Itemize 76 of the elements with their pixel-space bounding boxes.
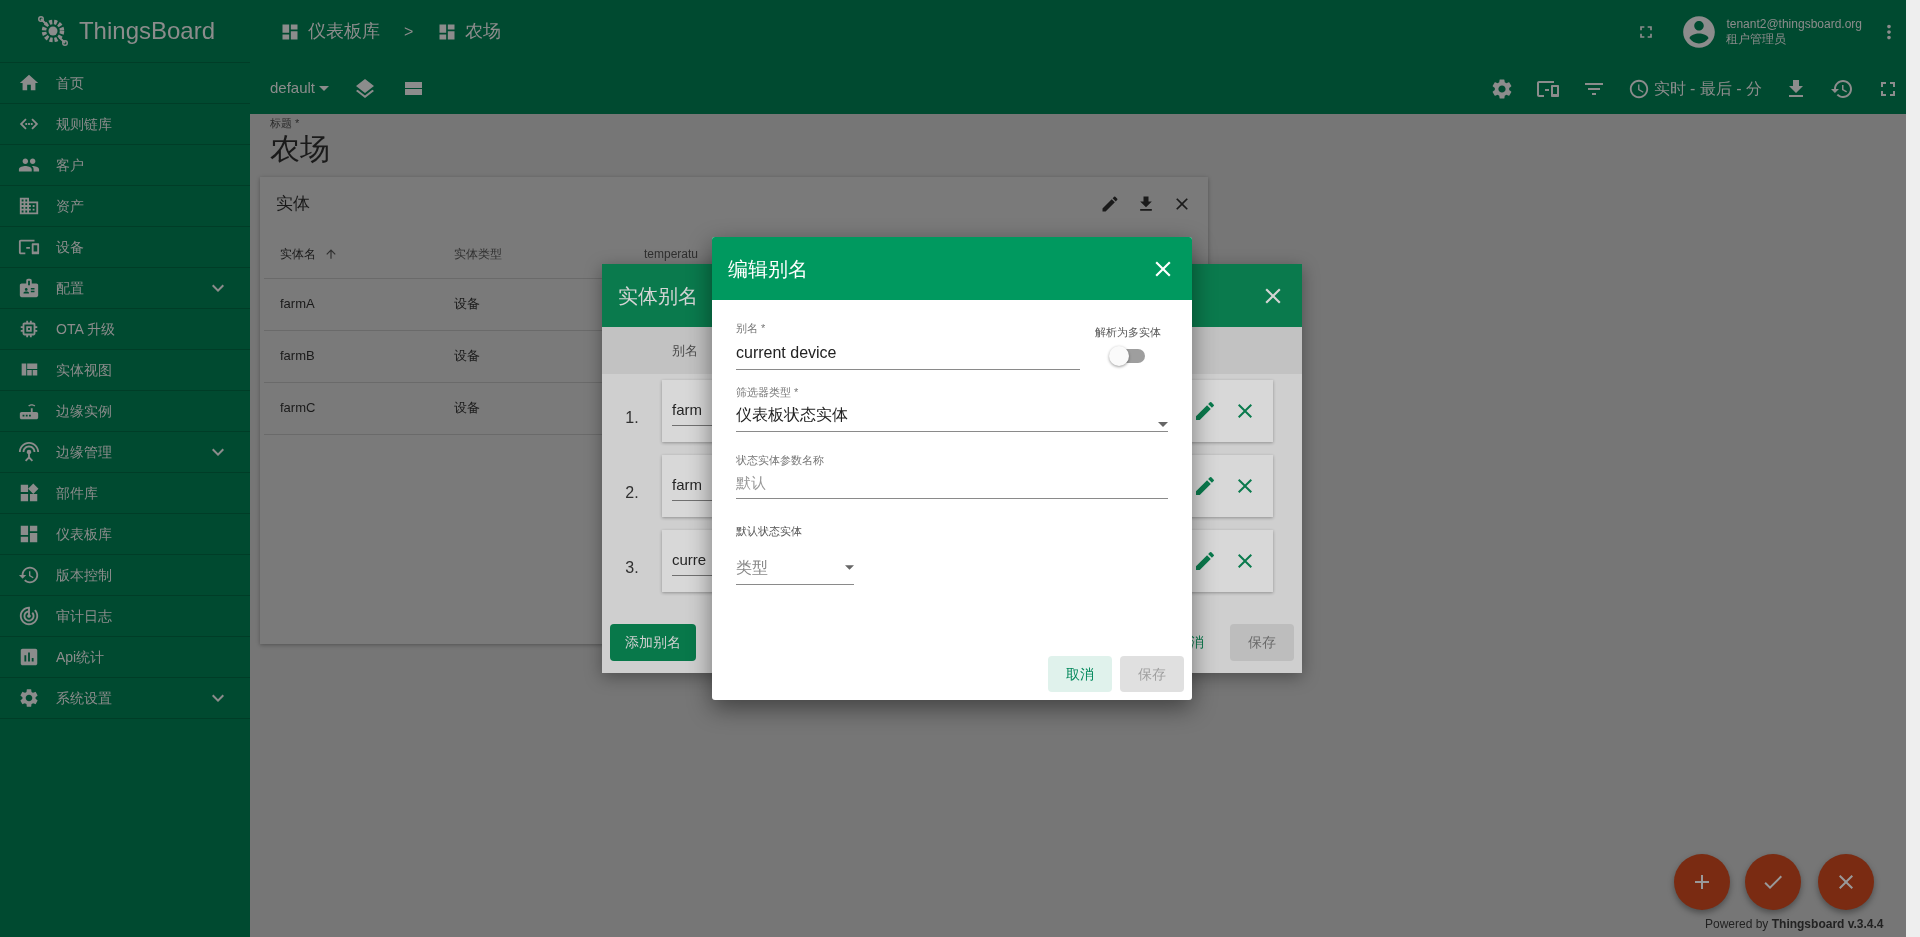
- type-select[interactable]: 类型: [736, 555, 854, 585]
- sidebar-item[interactable]: OTA 升级: [0, 309, 250, 350]
- history-icon: [18, 564, 40, 586]
- sidebar-item[interactable]: 规则链库: [0, 104, 250, 145]
- table-cell: farmA: [280, 296, 315, 312]
- breadcrumb-link[interactable]: 仪表板库: [308, 18, 380, 45]
- powered-by-text: Powered by: [1705, 917, 1769, 931]
- sidebar-item[interactable]: 审计日志: [0, 596, 250, 637]
- sidebar-item[interactable]: 部件库: [0, 473, 250, 514]
- column-header[interactable]: temperatu: [644, 245, 699, 263]
- toggle-switch[interactable]: [1111, 348, 1145, 363]
- dashboard-title: 农场: [270, 131, 331, 167]
- column-header[interactable]: 实体名: [280, 245, 316, 263]
- dashboard-icon: [18, 523, 40, 545]
- table-cell: 设备: [454, 296, 480, 312]
- sidebar-item[interactable]: 边缘实例: [0, 391, 250, 432]
- breadcrumb-link[interactable]: 农场: [465, 18, 502, 45]
- breadcrumb-separator: >: [404, 21, 414, 42]
- sidebar-item[interactable]: 实体视图: [0, 350, 250, 391]
- column-header[interactable]: 实体类型: [454, 245, 502, 263]
- filter-type-select[interactable]: 筛选器类型 * 仪表板状态实体: [736, 383, 1168, 432]
- caret-icon: [845, 565, 854, 570]
- table-cell: 设备: [454, 400, 480, 416]
- column-header: 别名: [672, 341, 698, 360]
- user-email: tenant2@thingsboard.org: [1726, 16, 1862, 32]
- widgets-icon: [18, 482, 40, 504]
- sidebar-item[interactable]: 边缘管理: [0, 432, 250, 473]
- pencil-icon[interactable]: [1100, 193, 1120, 214]
- scrollbar[interactable]: [1906, 0, 1920, 937]
- target-icon: [18, 605, 40, 627]
- antenna-icon: [18, 441, 40, 463]
- sidebar-item[interactable]: 首页: [0, 63, 250, 104]
- sort-arrow-icon: [324, 247, 338, 261]
- row-number: 3.: [624, 557, 640, 578]
- cancel-button[interactable]: 取消: [1048, 656, 1112, 692]
- param-name-field[interactable]: 状态实体参数名称 默认: [736, 452, 1168, 499]
- alias-field[interactable]: 别名 * current device: [736, 320, 1080, 370]
- timewindow-button[interactable]: 实时 - 最后 - 分: [1627, 76, 1762, 101]
- dialog-title: 实体别名: [618, 283, 698, 309]
- table-cell: 设备: [454, 348, 480, 364]
- title-label: 标题 *: [270, 117, 301, 129]
- sidebar-item[interactable]: 版本控制: [0, 555, 250, 596]
- table-cell: farmC: [280, 400, 316, 416]
- toggle-label: 解析为多实体: [1095, 325, 1161, 340]
- clock-icon: [1627, 77, 1650, 100]
- settings-icon: [18, 687, 40, 709]
- sidebar-item[interactable]: 设备: [0, 227, 250, 268]
- version-link[interactable]: Thingsboard v.3.4.4: [1771, 917, 1884, 931]
- pencil-icon[interactable]: [1193, 549, 1217, 573]
- sidebar-item[interactable]: 系统设置: [0, 678, 250, 719]
- building-icon: [18, 195, 40, 217]
- field-label: 默认状态实体: [736, 524, 803, 539]
- caret-icon: [319, 86, 330, 91]
- sidebar-item[interactable]: 仪表板库: [0, 514, 250, 555]
- dialog-title: 编辑别名: [728, 256, 808, 282]
- caret-icon: [1158, 422, 1168, 427]
- chip-icon: [18, 318, 40, 340]
- table-cell: farmB: [280, 348, 315, 364]
- logo-text: ThingsBoard: [78, 16, 216, 46]
- add-alias-button[interactable]: 添加别名: [610, 624, 696, 661]
- row-number: 2.: [624, 482, 640, 503]
- fab-button[interactable]: [1745, 854, 1801, 910]
- pencil-icon[interactable]: [1193, 474, 1217, 498]
- pencil-icon[interactable]: [1193, 399, 1217, 423]
- sidebar-item[interactable]: Api统计: [0, 637, 250, 678]
- fab-button[interactable]: [1674, 854, 1730, 910]
- row-number: 1.: [624, 407, 640, 428]
- fab-button[interactable]: [1818, 854, 1874, 910]
- chart-icon: [18, 646, 40, 668]
- sidebar-item[interactable]: 资产: [0, 186, 250, 227]
- widget-title: 实体: [276, 193, 310, 215]
- sidebar-item[interactable]: 配置: [0, 268, 250, 309]
- badge-icon: [18, 277, 40, 299]
- state-dropdown[interactable]: default: [270, 77, 330, 100]
- user-role: 租户管理员: [1726, 31, 1788, 47]
- sidebar-item[interactable]: 客户: [0, 145, 250, 186]
